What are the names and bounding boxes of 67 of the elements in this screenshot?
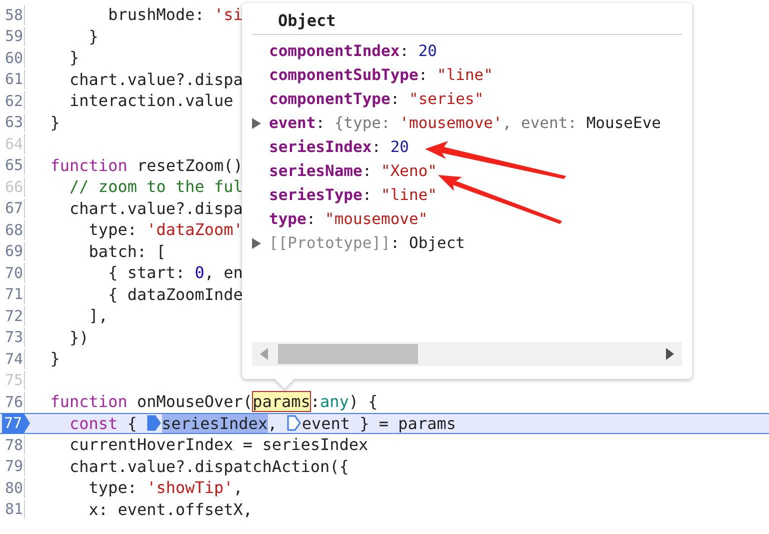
line-number: 63 bbox=[4, 113, 24, 132]
code-line: function resetZoom() bbox=[50, 156, 243, 175]
code-line: ], bbox=[88, 306, 108, 326]
code-line: chart.value?.dispa bbox=[70, 198, 243, 218]
line-number: 78 bbox=[4, 436, 24, 454]
line-number: 66 bbox=[4, 178, 24, 196]
expand-triangle-icon[interactable] bbox=[252, 118, 261, 128]
code-line: x: event.offsetX, bbox=[88, 500, 253, 519]
line-number: 68 bbox=[4, 220, 24, 239]
property-entry: event: {type: 'mousemove', event: MouseEve bbox=[269, 114, 661, 132]
line-number: 76 bbox=[4, 392, 24, 411]
code-text: function onMouseOver( bbox=[50, 392, 253, 412]
code-line: { dataZoomInde bbox=[108, 284, 243, 304]
scroll-right-icon[interactable] bbox=[666, 348, 674, 360]
code-line: chart.value?.dispatchAction({ bbox=[70, 456, 349, 476]
line-number: 64 bbox=[4, 134, 24, 153]
property-entry: [[Prototype]]: Object bbox=[269, 234, 465, 252]
line-number: 72 bbox=[4, 306, 24, 325]
code-text: , bbox=[268, 414, 278, 433]
line-number: 77 bbox=[2, 413, 30, 434]
line-number: 71 bbox=[4, 285, 24, 304]
code-line: // zoom to the ful bbox=[70, 177, 243, 196]
code-text: event } = params bbox=[302, 414, 456, 433]
code-line: currentHoverIndex = seriesIndex bbox=[70, 435, 368, 454]
property-entry: componentIndex: 20 bbox=[269, 42, 437, 60]
property-entry: seriesName: "Xeno" bbox=[269, 162, 437, 180]
code-line: chart.value?.dispa bbox=[70, 70, 243, 89]
property-entry: seriesIndex: 20 bbox=[269, 138, 409, 156]
expand-triangle-icon[interactable] bbox=[252, 238, 261, 248]
code-line: type: 'dataZoom' bbox=[88, 220, 243, 240]
property-entry: type: "mousemove" bbox=[269, 210, 428, 228]
line-number: 67 bbox=[4, 199, 24, 218]
code-line: } bbox=[50, 112, 60, 132]
property-entry: seriesType: "line" bbox=[269, 186, 437, 204]
line-number: 60 bbox=[4, 48, 24, 67]
code-line: batch: [ bbox=[88, 242, 166, 261]
line-number: 61 bbox=[4, 70, 24, 88]
code-line: interaction.value bbox=[70, 91, 234, 110]
line-number: 74 bbox=[4, 350, 24, 368]
property-entry: componentSubType: "line" bbox=[269, 66, 493, 84]
code-text: :any) { bbox=[310, 392, 378, 412]
selected-text: seriesIndex bbox=[162, 414, 268, 433]
code-line: type: 'showTip', bbox=[88, 478, 243, 498]
property-entry: componentType: "series" bbox=[269, 90, 484, 108]
code-line: { start: 0, en bbox=[108, 263, 243, 282]
horizontal-scrollbar[interactable] bbox=[252, 342, 682, 366]
highlighted-word: params bbox=[252, 392, 310, 412]
line-number: 65 bbox=[4, 156, 24, 174]
line-number: 58 bbox=[4, 6, 24, 24]
code-line: } bbox=[50, 349, 60, 368]
line-number: 81 bbox=[4, 500, 24, 518]
line-number: 70 bbox=[4, 264, 24, 282]
line-number: 75 bbox=[4, 371, 24, 390]
code-line: } bbox=[88, 26, 98, 46]
code-line: }) bbox=[70, 328, 89, 347]
code-line: brushMode: 'si bbox=[108, 5, 243, 24]
line-number: 59 bbox=[4, 27, 24, 46]
line-number: 80 bbox=[4, 478, 24, 497]
code-text: const { bbox=[70, 414, 138, 433]
line-number: 79 bbox=[4, 457, 24, 476]
line-number: 62 bbox=[4, 92, 24, 110]
scroll-left-icon[interactable] bbox=[260, 348, 268, 360]
code-line: } bbox=[70, 48, 80, 68]
breakpoint-marker-icon[interactable] bbox=[286, 415, 301, 432]
line-number: 73 bbox=[4, 328, 24, 346]
line-number: 69 bbox=[4, 242, 24, 260]
popover-title: Object bbox=[252, 11, 682, 35]
